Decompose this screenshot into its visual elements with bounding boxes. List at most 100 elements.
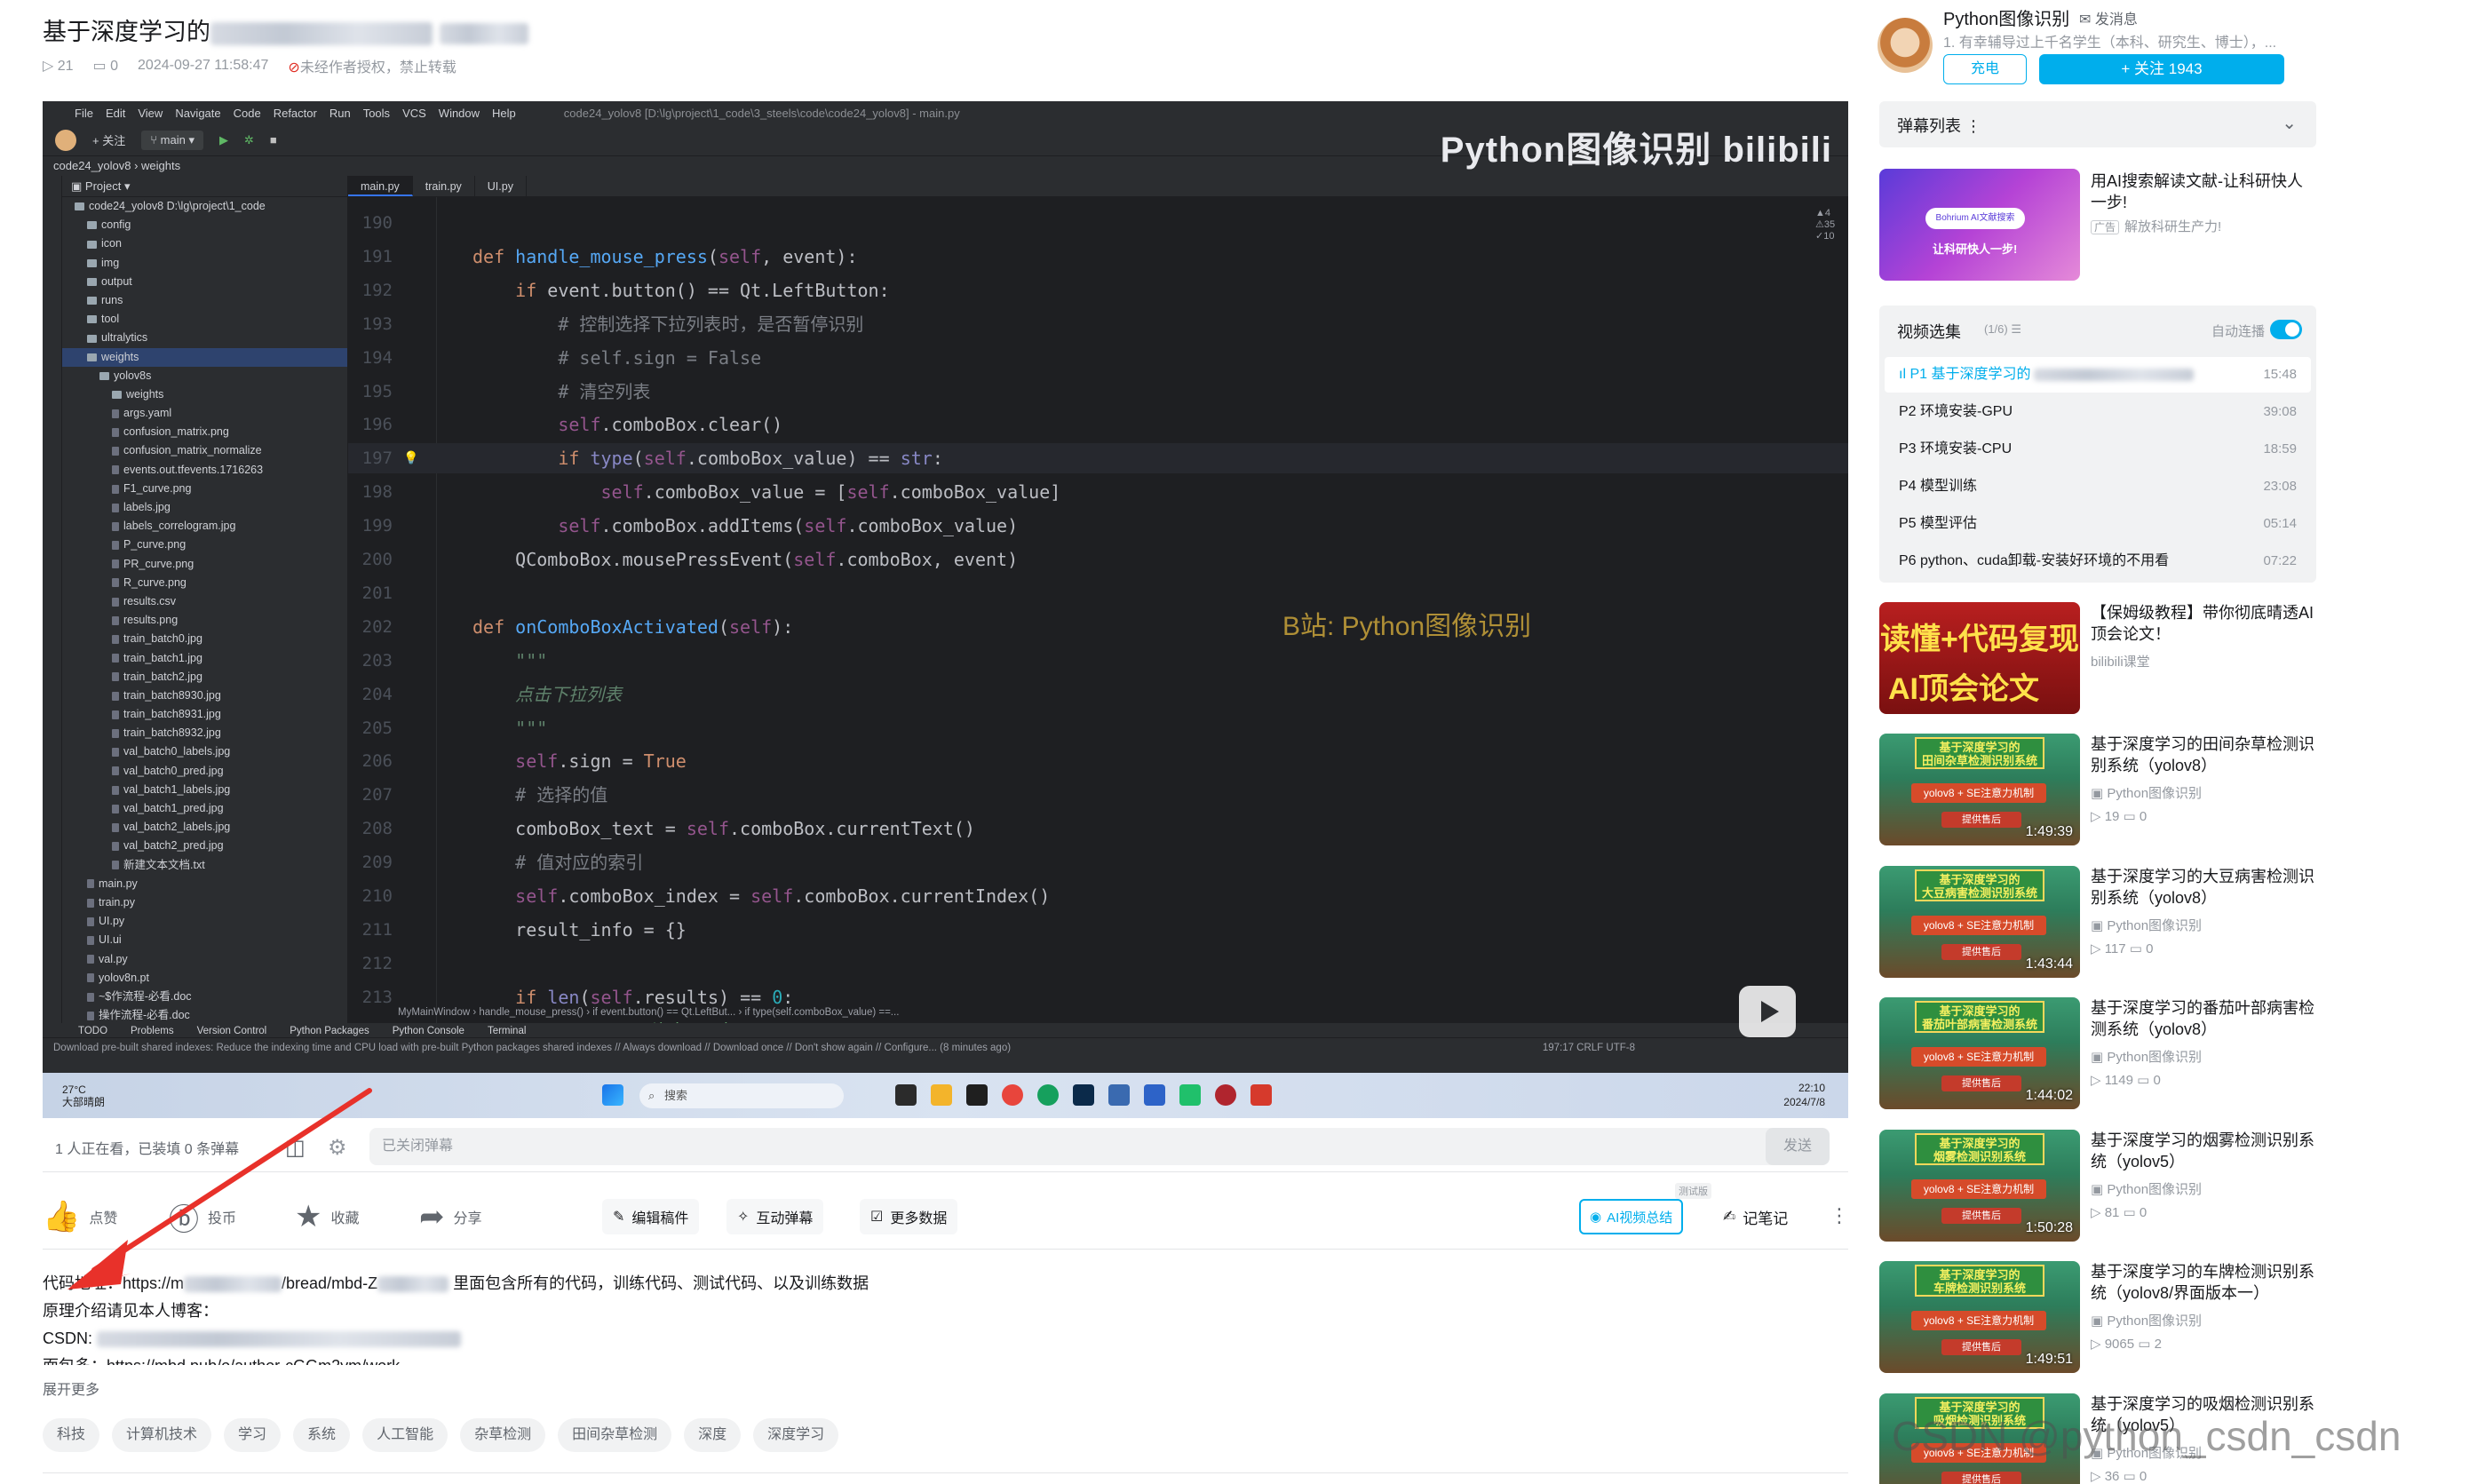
episode-item[interactable]: P2 环境安装-GPU 39:08 [1885,394,2311,430]
debug-icon: ✲ [243,132,254,147]
file-icon [112,654,119,663]
danmaku-count: 0 [2139,1204,2148,1220]
expand-more-link[interactable]: 展开更多 [43,1377,99,1399]
tree-item: img [62,254,347,273]
more-data-button[interactable]: ☑ 更多数据 [860,1199,958,1234]
edit-submission-button[interactable]: ✎ 编辑稿件 [602,1199,700,1234]
tree-item-label: val.py [99,952,128,965]
episode-item[interactable]: P6 python、cuda卸载-安装好环境的不用看 07:22 [1885,544,2311,579]
recommended-video[interactable]: 读懂+代码复现 AI顶会论文 【保姆级教程】带你彻底晴透AI顶会论文！ bili… [1879,602,2316,718]
episode-item[interactable]: ıl P1 基于深度学习的 15:48 [1885,357,2311,393]
recommended-author[interactable]: ▣ Python图像识别 [2091,916,2202,934]
note-icon: ✍ [1723,1208,1736,1225]
tree-item-label: runs [101,293,123,306]
uploader-name[interactable]: Python图像识别 [1943,4,2069,30]
video-thumbnail[interactable]: 基于深度学习的 大豆病害检测识别系统 yolov8 + SE注意力机制 提供售后 1:4… [1879,865,2080,978]
follow-button[interactable]: + 关注 1943 [2039,54,2284,84]
recommended-video[interactable]: 基于深度学习的 车牌检测识别系统 yolov8 + SE注意力机制 提供售后 1:49:… [1879,1261,2316,1377]
tag-chip[interactable]: 人工智能 [362,1418,449,1452]
recommended-title[interactable]: 【保姆级教程】带你彻底晴透AI顶会论文！ [2091,602,2316,645]
episode-title: 模型评估 [1920,516,1978,531]
video-duration: 1:49:39 [2025,824,2073,839]
danmaku-send-button[interactable]: 发送 [1766,1128,1830,1165]
tree-item-label: ~$作流程-必看.doc [99,989,192,1003]
code-text: self.comboBox_value = [self.comboBox_val… [600,481,1061,504]
play-count: 36 [2104,1468,2120,1484]
uploader-avatar[interactable] [1878,18,1933,73]
play-count: 19 [2104,809,2120,824]
tree-item: code24_yolov8 D:\lg\project\1_code [62,197,347,216]
episode-item[interactable]: P4 模型训练 23:08 [1885,469,2311,504]
send-message-link[interactable]: ✉ 发消息 [2079,7,2138,28]
tag-chip[interactable]: 科技 [43,1418,100,1452]
tag-chip[interactable]: 杂草检测 [460,1418,546,1452]
ai-summary-button[interactable]: ◉ AI视频总结 [1579,1199,1684,1234]
ide-menu-item: View [138,106,163,120]
recommended-author[interactable]: ▣ Python图像识别 [2091,1047,2202,1066]
play-icon: ▷ [2091,1073,2105,1088]
play-icon[interactable] [1739,986,1796,1037]
danmaku-input[interactable]: 已关闭弹幕 [369,1128,1810,1165]
recommended-title[interactable]: 基于深度学习的田间杂草检测识别系统（yolov8） [2091,734,2316,776]
tag-chip[interactable]: 深度 [684,1418,742,1452]
line-number: 199 [361,516,393,536]
tag-chip[interactable]: 田间杂草检测 [558,1418,672,1452]
share-button[interactable]: ➦ 分享 [419,1195,482,1238]
episode-item[interactable]: P3 环境安装-CPU 18:59 [1885,432,2311,467]
chevron-down-icon[interactable]: ⌄ [2282,112,2297,134]
video-thumbnail[interactable]: 基于深度学习的 番茄叶部病害检测系统 yolov8 + SE注意力机制 提供售后 1:4… [1879,997,2080,1109]
blurred-url [97,1331,462,1348]
episode-item[interactable]: P5 模型评估 05:14 [1885,506,2311,542]
tag-chip[interactable]: 学习 [224,1418,282,1452]
ad-title[interactable]: 用AI搜索解读文献-让科研快人一步! [2091,171,2316,213]
blurred-url [377,1276,449,1293]
video-thumbnail[interactable]: 基于深度学习的 车牌检测识别系统 yolov8 + SE注意力机制 提供售后 1:49:… [1879,1261,2080,1373]
taskview-icon [895,1084,917,1106]
tree-item-label: config [101,218,131,232]
line-number: 191 [361,246,393,266]
notes-button[interactable]: ✍ 记笔记 [1723,1199,1788,1234]
uploader-mini-avatar [55,129,76,151]
recommended-title[interactable]: 基于深度学习的大豆病害检测识别系统（yolov8） [2091,866,2316,909]
tag-list: 科技 计算机技术 学习 系统 人工智能 杂草检测 田间杂草检测 深度 深度学习 [43,1418,839,1452]
video-thumbnail[interactable]: 读懂+代码复现 AI顶会论文 [1879,602,2080,714]
recommended-author[interactable]: ▣ Python图像识别 [2091,1179,2202,1198]
ide-menu-item: File [75,106,93,120]
recommended-video[interactable]: 基于深度学习的 大豆病害检测识别系统 yolov8 + SE注意力机制 提供售后 1:4… [1879,865,2316,981]
autoplay-toggle[interactable] [2270,320,2302,339]
tag-chip[interactable]: 计算机技术 [112,1418,212,1452]
recommended-title[interactable]: 基于深度学习的烟雾检测识别系统（yolov5） [2091,1130,2316,1172]
code-line: 212 [348,948,1848,979]
tag-chip[interactable]: 系统 [293,1418,351,1452]
follow-overlay[interactable]: + 关注 [92,131,125,148]
interactive-danmaku-button[interactable]: ✧ 互动弹幕 [726,1199,824,1234]
line-number: 194 [361,347,393,368]
video-thumbnail[interactable]: 基于深度学习的 烟雾检测识别系统 yolov8 + SE注意力机制 提供售后 1:50:… [1879,1129,2080,1242]
tag-chip[interactable]: 深度学习 [753,1418,839,1452]
code-line: 196 self.comboBox.clear() [348,409,1848,440]
recommended-video[interactable]: 基于深度学习的 番茄叶部病害检测系统 yolov8 + SE注意力机制 提供售后 1:4… [1879,997,2316,1113]
app-icon [1215,1084,1236,1106]
recommended-video[interactable]: 基于深度学习的 田间杂草检测识别系统 yolov8 + SE注意力机制 提供售后 1:4… [1879,734,2316,849]
ide-menu-item: Window [438,106,480,120]
danmaku-list-panel[interactable]: 弹幕列表 ⋮ ⌄ [1879,101,2316,147]
file-icon [87,898,94,908]
ide-menu-item: Code [233,106,261,120]
charge-button[interactable]: 充电 [1943,54,2027,84]
recommended-author[interactable]: bilibili课堂 [2091,652,2150,671]
video-thumbnail[interactable]: 基于深度学习的 田间杂草检测识别系统 yolov8 + SE注意力机制 提供售后 1:4… [1879,734,2080,845]
tree-item: icon [62,234,347,253]
tree-item-label: val_batch1_pred.jpg [123,802,224,814]
recommended-video[interactable]: 基于深度学习的 烟雾检测识别系统 yolov8 + SE注意力机制 提供售后 1:50:… [1879,1129,2316,1245]
thumb-chip: 提供售后 [1941,1339,2021,1355]
recommended-author[interactable]: ▣ Python图像识别 [2091,1311,2202,1329]
video-player[interactable]: File Edit View Navigate Code Refactor Run Tools… [43,101,1848,1118]
recommended-author[interactable]: ▣ Python图像识别 [2091,783,2202,802]
danmaku-count: 0 [2139,809,2148,824]
more-options-icon[interactable]: ⋮ [1830,1204,1849,1227]
thumb-title-band: 基于深度学习的 番茄叶部病害检测系统 [1915,1001,2044,1033]
recommended-title[interactable]: 基于深度学习的番茄叶部病害检测系统（yolov8） [2091,997,2316,1040]
tree-item: train_batch2.jpg [62,668,347,686]
recommended-title[interactable]: 基于深度学习的车牌检测识别系统（yolov8/界面版本一） [2091,1261,2316,1304]
ad-thumbnail[interactable]: Bohrium AI文献搜索 让科研快人一步! [1879,169,2080,281]
